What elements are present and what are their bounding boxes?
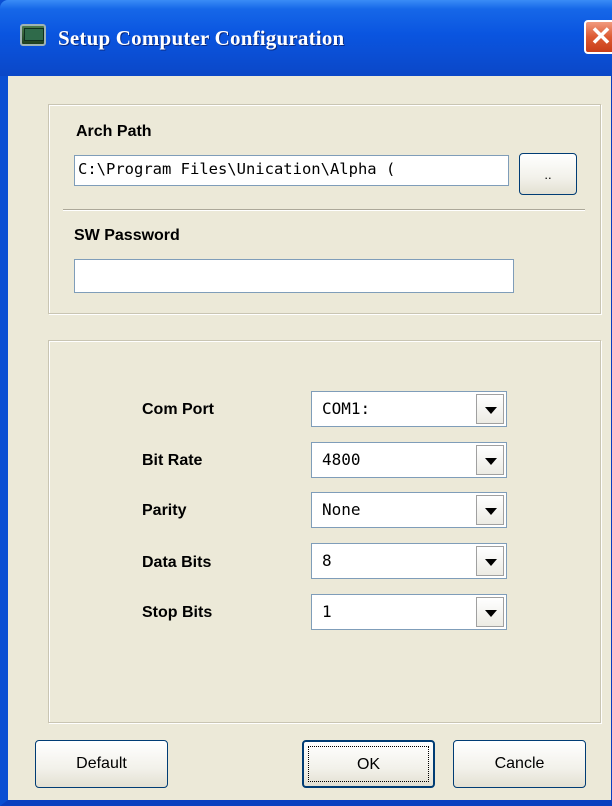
chevron-down-icon[interactable] [476,546,504,576]
chevron-down-icon[interactable] [476,394,504,424]
data-bits-select[interactable]: 8 [311,543,507,579]
chevron-down-icon[interactable] [476,495,504,525]
chevron-down-icon[interactable] [476,597,504,627]
focus-ring [308,746,429,782]
serial-group: Com Port COM1: Bit Rate 4800 Parity None… [48,340,601,723]
close-icon[interactable]: ✕ [584,20,612,54]
data-bits-value: 8 [322,551,332,570]
chevron-down-icon[interactable] [476,445,504,475]
com-port-label: Com Port [142,401,214,418]
bit-rate-value: 4800 [322,450,361,469]
cancel-button[interactable]: Cancle [453,740,586,788]
group-divider [63,209,585,211]
data-bits-label: Data Bits [142,554,212,571]
sw-password-input[interactable] [74,259,514,293]
com-port-select[interactable]: COM1: [311,391,507,427]
sw-password-label: SW Password [74,227,180,244]
arch-path-input[interactable]: C:\Program Files\Unication\Alpha ( [74,155,509,186]
path-group: Arch Path C:\Program Files\Unication\Alp… [48,104,601,314]
arch-path-label: Arch Path [76,123,152,140]
parity-label: Parity [142,502,187,519]
ok-button[interactable]: OK [302,740,435,788]
bit-rate-label: Bit Rate [142,452,203,469]
default-button[interactable]: Default [35,740,168,788]
stop-bits-select[interactable]: 1 [311,594,507,630]
computer-icon [20,24,46,46]
stop-bits-label: Stop Bits [142,604,213,621]
browse-button[interactable]: .. [519,153,577,195]
title-bar[interactable]: Setup Computer Configuration ✕ [0,0,612,76]
bit-rate-select[interactable]: 4800 [311,442,507,478]
stop-bits-value: 1 [322,602,332,621]
setup-dialog: Setup Computer Configuration ✕ Arch Path… [0,0,612,806]
com-port-value: COM1: [322,399,371,418]
parity-value: None [322,500,361,519]
window-title: Setup Computer Configuration [58,26,345,50]
parity-select[interactable]: None [311,492,507,528]
